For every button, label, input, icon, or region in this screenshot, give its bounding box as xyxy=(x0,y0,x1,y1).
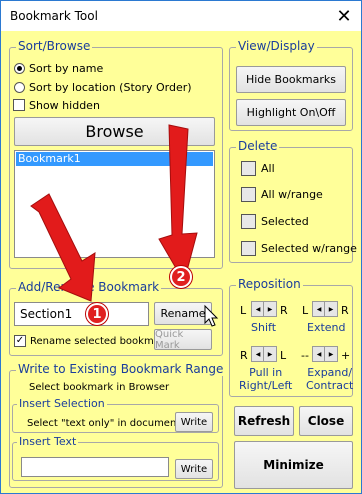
sort-by-name-label: Sort by name xyxy=(29,62,104,75)
add-rename-legend: Add/Rename Bookmark xyxy=(16,280,162,294)
annotation-badge-2: 2 xyxy=(170,266,192,288)
bookmark-name-input[interactable]: Section1 xyxy=(14,302,149,326)
extend-label: Extend xyxy=(307,321,346,334)
window-title: Bookmark Tool xyxy=(10,9,98,23)
close-icon[interactable]: ✕ xyxy=(327,1,361,31)
delete-all-w-range-button[interactable] xyxy=(241,187,256,202)
pull-right-label: R xyxy=(240,349,248,362)
write-instruction-label: Select bookmark in Browser xyxy=(29,382,170,393)
delete-selected-w-range-label: Selected w/range xyxy=(261,242,357,255)
delete-all-label: All xyxy=(261,162,275,175)
sort-by-location-radio[interactable] xyxy=(14,82,25,93)
minimize-button[interactable]: Minimize xyxy=(234,441,353,489)
title-bar: Bookmark Tool ✕ xyxy=(1,1,361,31)
bookmark-listbox[interactable]: Bookmark1 xyxy=(14,150,215,258)
delete-all-button[interactable] xyxy=(241,161,256,176)
bookmark-tool-window: Bookmark Tool ✕ Sort/Browse Sort by name… xyxy=(0,0,362,494)
insert-text-input[interactable] xyxy=(21,457,169,477)
list-item[interactable]: Bookmark1 xyxy=(16,152,213,166)
rename-selected-label: Rename selected bookmark xyxy=(30,336,170,347)
annotation-badge-1: 1 xyxy=(86,303,108,325)
delete-all-w-range-label: All w/range xyxy=(261,188,323,201)
sort-by-name-radio[interactable] xyxy=(14,63,25,74)
extend-spin-right-icon[interactable]: ▶ xyxy=(324,301,338,317)
sort-by-location-label: Sort by location (Story Order) xyxy=(29,81,192,94)
extend-left-label: L xyxy=(302,304,309,317)
delete-selected-w-range-button[interactable] xyxy=(241,241,256,256)
pull-left-label: L xyxy=(280,349,287,362)
rename-selected-checkbox[interactable]: ✓ xyxy=(14,335,26,347)
insert-selection-legend: Insert Selection xyxy=(17,397,107,410)
delete-selected-label: Selected xyxy=(261,215,309,228)
refresh-button[interactable]: Refresh xyxy=(234,406,294,436)
shift-spin-right-icon[interactable]: ▶ xyxy=(263,301,277,317)
delete-legend: Delete xyxy=(236,139,280,153)
write-existing-legend: Write to Existing Bookmark Range xyxy=(16,362,226,376)
sort-browse-legend: Sort/Browse xyxy=(16,39,93,53)
hide-bookmarks-button[interactable]: Hide Bookmarks xyxy=(236,66,346,93)
delete-selected-button[interactable] xyxy=(241,214,256,229)
shift-left-label: L xyxy=(240,304,247,317)
expand-plus-label: + xyxy=(341,349,351,362)
view-display-legend: View/Display xyxy=(236,39,317,53)
show-hidden-label: Show hidden xyxy=(29,99,100,112)
expand-spin-right-icon[interactable]: ▶ xyxy=(324,346,338,362)
quick-mark-button[interactable]: Quick Mark xyxy=(154,329,212,351)
shift-label: Shift xyxy=(251,321,277,334)
insert-selection-note: Select "text only" in document xyxy=(27,418,181,429)
shift-right-label: R xyxy=(280,304,288,317)
browse-button[interactable]: Browse xyxy=(14,117,215,146)
show-hidden-checkbox[interactable] xyxy=(13,99,25,111)
pull-spin-right-icon[interactable]: ▶ xyxy=(263,346,277,362)
expand-contract-label: Expand/ Contract xyxy=(306,366,354,392)
insert-text-legend: Insert Text xyxy=(17,435,79,448)
pull-in-label: Pull in Right/Left xyxy=(239,366,293,392)
close-button[interactable]: Close xyxy=(299,406,353,436)
extend-right-label: R xyxy=(341,304,349,317)
expand-dashes-label: -- xyxy=(301,349,309,362)
write-text-button[interactable]: Write xyxy=(175,459,213,479)
highlight-toggle-button[interactable]: Highlight On\Off xyxy=(236,99,346,126)
write-selection-button[interactable]: Write xyxy=(175,412,213,432)
reposition-legend: Reposition xyxy=(236,277,303,291)
rename-button[interactable]: Rename xyxy=(154,302,212,325)
